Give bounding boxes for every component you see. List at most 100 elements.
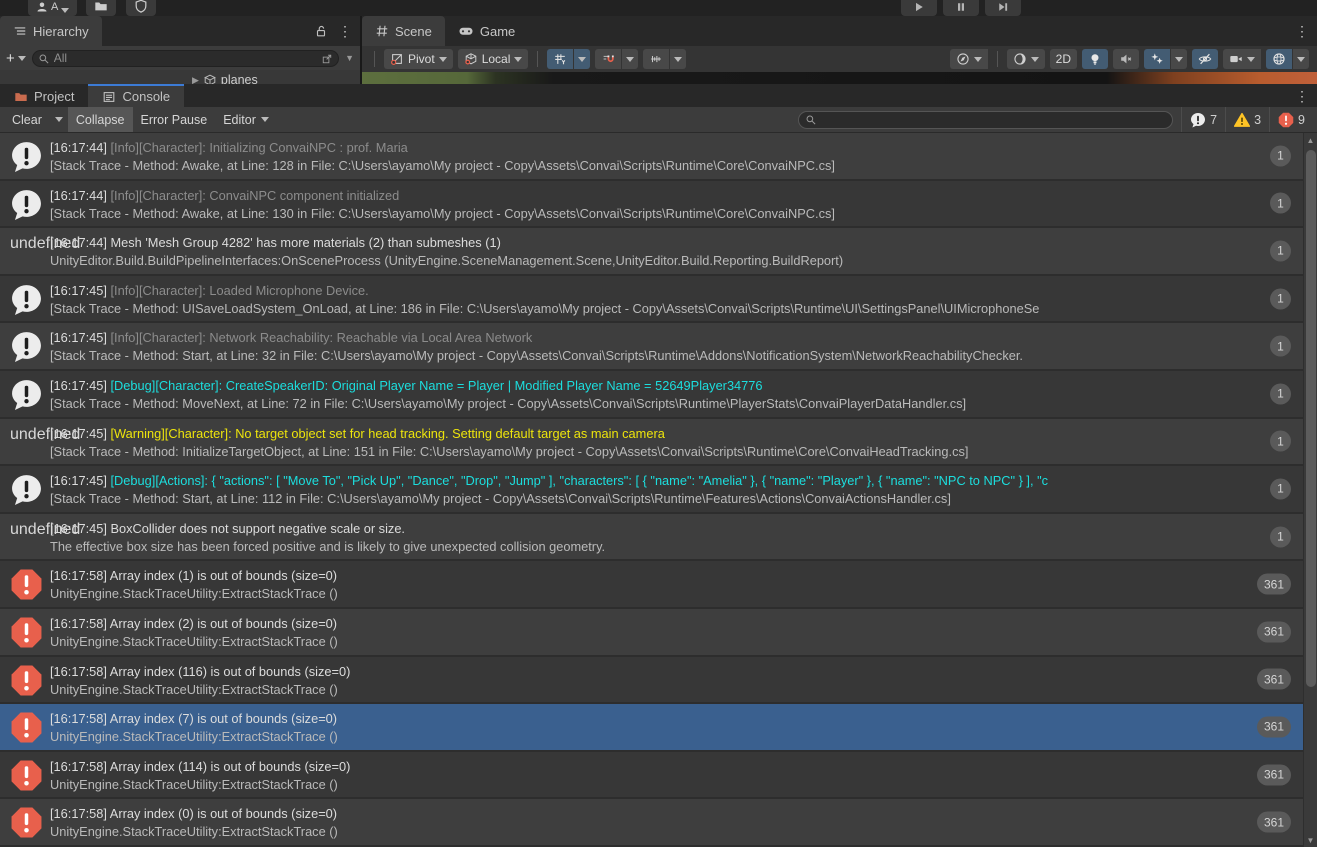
hierarchy-search-box[interactable]	[32, 50, 339, 67]
pause-button[interactable]	[943, 0, 979, 16]
log-message: Array index (1) is out of bounds (size=0…	[110, 568, 337, 583]
chevron-down-icon	[1031, 57, 1039, 62]
editor-dropdown-button[interactable]: Editor	[215, 107, 277, 132]
console-log-entry[interactable]: [16:17:44] [Info][Character]: Initializi…	[0, 133, 1317, 181]
grid-y-button[interactable]	[547, 49, 573, 69]
scene-viewport-sliver[interactable]	[362, 72, 1317, 84]
account-button[interactable]: A	[28, 0, 77, 16]
console-search-box[interactable]	[798, 111, 1173, 129]
console-log-entry[interactable]: undefined[16:17:44] Mesh 'Mesh Group 428…	[0, 228, 1317, 276]
local-toggle-button[interactable]: Local	[458, 49, 529, 69]
tab-hierarchy[interactable]: Hierarchy	[0, 16, 102, 46]
log-stack-trace: UnityEngine.StackTraceUtility:ExtractSta…	[50, 776, 1317, 795]
draw-mode-button[interactable]	[950, 49, 988, 69]
lock-icon[interactable]	[314, 24, 328, 38]
camera-settings-button[interactable]	[1223, 49, 1261, 69]
add-object-button[interactable]: +	[6, 50, 26, 67]
log-timestamp: [16:17:58]	[50, 711, 107, 726]
tree-item-planes[interactable]: ▶ planes	[0, 70, 360, 84]
log-message: BoxCollider does not support negative sc…	[111, 521, 406, 536]
console-log-entry[interactable]: undefined[16:17:45] [Warning][Character]…	[0, 419, 1317, 467]
2d-label: 2D	[1056, 52, 1071, 66]
hierarchy-search-input[interactable]	[54, 51, 317, 65]
scene-toolbar: Pivot Local	[362, 46, 1317, 72]
increment-snap-dropdown[interactable]	[670, 49, 686, 69]
gizmos-button[interactable]	[1266, 49, 1292, 69]
pivot-toggle-button[interactable]: Pivot	[384, 49, 453, 69]
clear-label: Clear	[12, 113, 42, 127]
grid-y-dropdown[interactable]	[574, 49, 590, 69]
snap-dropdown[interactable]	[622, 49, 638, 69]
effects-dropdown[interactable]	[1171, 49, 1187, 69]
console-log-entry[interactable]: [16:17:58] Array index (116) is out of b…	[0, 657, 1317, 705]
console-log-entry[interactable]: [16:17:45] [Debug][Character]: CreateSpe…	[0, 371, 1317, 419]
kebab-menu-icon[interactable]: ⋮	[1295, 89, 1309, 103]
scrollbar-thumb[interactable]	[1306, 150, 1316, 687]
step-icon	[997, 1, 1009, 13]
tab-game[interactable]: Game	[445, 16, 528, 46]
console-log-entry[interactable]: [16:17:58] Array index (2) is out of bou…	[0, 609, 1317, 657]
2d-toggle-button[interactable]: 2D	[1050, 49, 1077, 69]
version-control-button[interactable]	[86, 0, 116, 16]
clear-dropdown[interactable]	[50, 107, 68, 132]
info-log-icon	[10, 330, 43, 363]
log-count-badge: 1	[1270, 145, 1291, 166]
console-log-entry[interactable]: [16:17:58] Array index (7) is out of bou…	[0, 704, 1317, 752]
log-timestamp: [16:17:58]	[50, 664, 107, 679]
console-log-entry[interactable]: [16:17:58] Array index (0) is out of bou…	[0, 799, 1317, 847]
services-button[interactable]	[126, 0, 156, 16]
console-log-entry[interactable]: [16:17:45] [Debug][Actions]: { "actions"…	[0, 466, 1317, 514]
log-timestamp: [16:17:45]	[50, 426, 107, 441]
console-log-entry[interactable]: undefined[16:17:45] BoxCollider does not…	[0, 514, 1317, 562]
audio-toggle-button[interactable]	[1113, 49, 1139, 69]
effects-toggle-button[interactable]	[1144, 49, 1170, 69]
lighting-toggle-button[interactable]	[1082, 49, 1108, 69]
error-pause-button[interactable]: Error Pause	[133, 107, 216, 132]
console-log-entry[interactable]: [16:17:45] [Info][Character]: Network Re…	[0, 323, 1317, 371]
tab-console[interactable]: Console	[88, 84, 184, 107]
log-stack-trace: UnityEngine.StackTraceUtility:ExtractSta…	[50, 585, 1317, 604]
moon-icon	[1013, 52, 1027, 66]
eye-slash-icon	[1198, 52, 1212, 66]
console-search-input[interactable]	[821, 113, 1166, 127]
error-count-toggle[interactable]: 9	[1269, 107, 1313, 132]
snap-button[interactable]	[595, 49, 621, 69]
play-button[interactable]	[901, 0, 937, 16]
chevron-down-icon	[1247, 57, 1255, 62]
expand-arrow-icon[interactable]: ▶	[192, 75, 199, 85]
log-count-badge: 1	[1270, 288, 1291, 309]
open-in-window-icon[interactable]	[321, 52, 333, 64]
console-log-entry[interactable]: [16:17:58] Array index (114) is out of b…	[0, 752, 1317, 800]
scroll-down-arrow-icon[interactable]: ▼	[345, 53, 354, 63]
camera-control	[1223, 49, 1261, 69]
scrollbar-down-arrow-icon[interactable]: ▼	[1304, 833, 1317, 847]
warning-count-toggle[interactable]: 3	[1225, 107, 1269, 132]
local-cube-icon	[464, 52, 478, 66]
chevron-down-icon	[974, 57, 982, 62]
log-message: Mesh 'Mesh Group 4282' has more material…	[111, 235, 501, 250]
warning-log-icon: undefined	[10, 235, 43, 268]
console-log-entry[interactable]: [16:17:44] [Info][Character]: ConvaiNPC …	[0, 181, 1317, 229]
tab-scene[interactable]: Scene	[362, 16, 445, 46]
scrollbar-up-arrow-icon[interactable]: ▲	[1304, 133, 1317, 147]
hidden-objects-toggle-button[interactable]	[1192, 49, 1218, 69]
console-scrollbar[interactable]: ▲ ▼	[1303, 133, 1317, 847]
console-log-entry[interactable]: [16:17:45] [Info][Character]: Loaded Mic…	[0, 276, 1317, 324]
search-icon	[805, 114, 817, 126]
log-message: [Warning][Character]: No target object s…	[111, 426, 665, 441]
kebab-menu-icon[interactable]: ⋮	[338, 24, 352, 38]
error-log-icon	[10, 616, 43, 649]
play-icon	[913, 1, 925, 13]
kebab-menu-icon[interactable]: ⋮	[1295, 24, 1309, 38]
gizmos-control	[1266, 49, 1309, 69]
gizmos-dropdown[interactable]	[1293, 49, 1309, 69]
step-button[interactable]	[985, 0, 1021, 16]
increment-snap-button[interactable]	[643, 49, 669, 69]
shading-mode-button[interactable]	[1007, 49, 1045, 69]
console-log-entry[interactable]: [16:17:58] Array index (1) is out of bou…	[0, 561, 1317, 609]
tab-project[interactable]: Project	[0, 84, 88, 107]
collapse-button[interactable]: Collapse	[68, 107, 133, 132]
info-count-toggle[interactable]: 7	[1181, 107, 1225, 132]
error-pause-label: Error Pause	[141, 113, 208, 127]
clear-button[interactable]: Clear	[4, 107, 50, 132]
